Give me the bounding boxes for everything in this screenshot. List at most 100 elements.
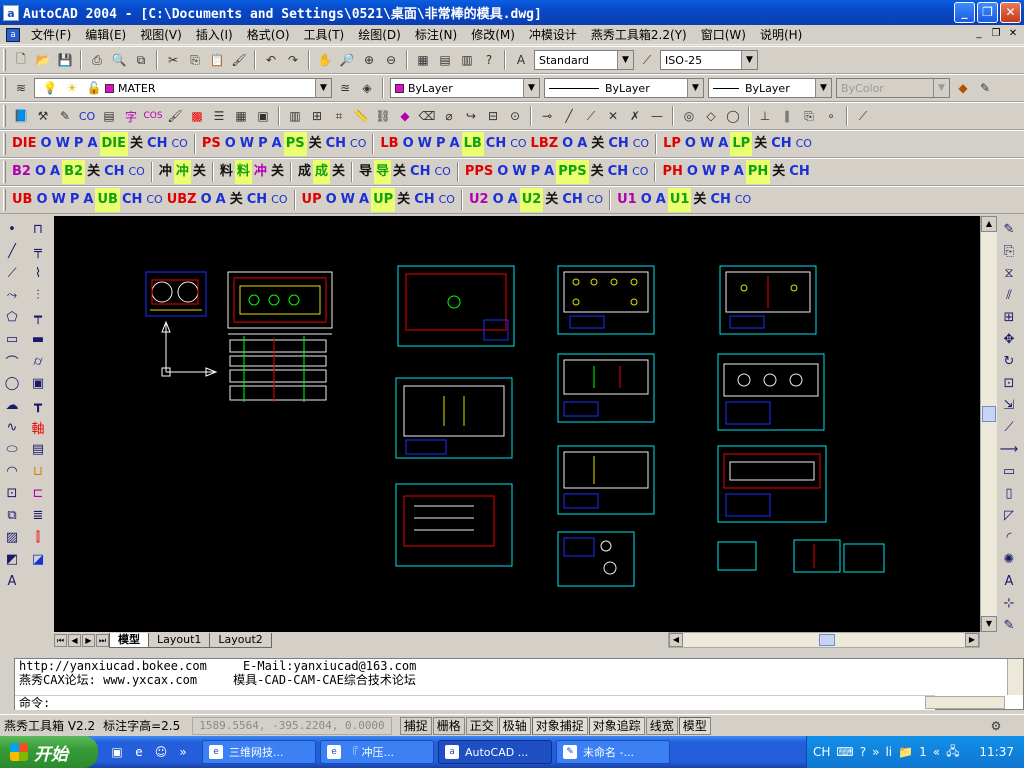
command-hscrollbar[interactable]	[925, 696, 1005, 709]
custom-tool-button[interactable]: 成	[312, 160, 330, 184]
custom-tool-button[interactable]: 关	[589, 160, 606, 184]
menu-dimension[interactable]: 标注(N)	[408, 25, 464, 45]
horizontal-scroll-thumb[interactable]	[819, 634, 835, 646]
snap-perpendicular-icon[interactable]: ⊥	[755, 106, 775, 126]
custom-tool-button[interactable]: CH	[324, 132, 348, 156]
chevron-down-icon[interactable]: ▼	[815, 79, 831, 97]
custom-tool-button[interactable]: 冲	[252, 160, 269, 184]
command-window[interactable]: http://yanxiucad.bokee.com E-Mail:yanxiu…	[14, 658, 1024, 710]
spline-icon[interactable]: ∿	[1, 416, 23, 438]
dimension-icon[interactable]: ⊹	[998, 592, 1020, 614]
custom-tool-button[interactable]: A	[575, 132, 589, 156]
toggle-snap[interactable]: 捕捉	[399, 716, 432, 735]
custom-tool-button[interactable]: P	[718, 160, 732, 184]
custom-tool-button[interactable]: 成	[296, 160, 313, 184]
punch-icon[interactable]: ⊓	[27, 218, 49, 240]
tab-layout2[interactable]: Layout2	[209, 632, 272, 648]
menu-die-design[interactable]: 冲模设计	[522, 25, 584, 45]
custom-tool-button[interactable]: UB	[95, 188, 120, 212]
first-tab-icon[interactable]: ⏮	[54, 633, 67, 647]
custom-tool-button[interactable]: CH	[102, 160, 126, 184]
custom-tool-button[interactable]: UP	[300, 188, 324, 212]
insert-block-icon[interactable]: ⊡	[1, 482, 23, 504]
custom-tool-button[interactable]: PPS	[556, 160, 589, 184]
prev-tab-icon[interactable]: ◀	[68, 633, 81, 647]
zoom-realtime-icon[interactable]: 🔎	[337, 50, 357, 70]
copy-icon[interactable]: ⎘	[185, 50, 205, 70]
ie-icon[interactable]: e	[130, 743, 148, 761]
design-center-icon[interactable]: ▤	[435, 50, 455, 70]
copy-object-icon[interactable]: ⎘	[998, 240, 1020, 262]
custom-tool-button[interactable]: 关	[128, 132, 145, 156]
doc-close-button[interactable]: ✕	[1006, 27, 1020, 41]
bracket-icon[interactable]: ⊏	[27, 482, 49, 504]
custom-tool-button[interactable]: 关	[752, 132, 769, 156]
arrow-plate-icon[interactable]: ◪	[27, 548, 49, 570]
folder-label[interactable]: 1	[919, 745, 927, 759]
doc-restore-button[interactable]: ❐	[989, 27, 1003, 41]
color-select[interactable]: ByLayer ▼	[390, 78, 540, 98]
part-icon[interactable]: ▣	[27, 372, 49, 394]
custom-tool-button[interactable]: CO	[269, 188, 289, 212]
scroll-right-arrow-icon[interactable]: ▶	[965, 633, 979, 647]
toggle-ortho[interactable]: 正交	[465, 716, 498, 735]
erase-icon[interactable]: ✎	[998, 218, 1020, 240]
book-icon[interactable]: 📘	[11, 106, 31, 126]
start-button[interactable]: 开始	[0, 736, 98, 768]
custom-tool-button[interactable]: CO	[169, 132, 189, 156]
cn-text-icon[interactable]: 字	[121, 106, 141, 126]
print-icon[interactable]: ⎙	[87, 50, 107, 70]
make-block-icon[interactable]: ⧉	[1, 504, 23, 526]
menu-tools[interactable]: 工具(T)	[297, 25, 352, 45]
scroll-up-arrow-icon[interactable]: ▲	[981, 216, 997, 232]
layer-previous-icon[interactable]: ◈	[357, 78, 377, 98]
custom-tool-button[interactable]: PS	[200, 132, 223, 156]
menu-edit[interactable]: 编辑(E)	[78, 25, 133, 45]
restore-button[interactable]: ❐	[977, 2, 998, 23]
custom-tool-button[interactable]: P	[434, 132, 448, 156]
chevron-down-icon[interactable]: ▼	[617, 51, 633, 69]
chain-icon[interactable]: ⛓	[373, 106, 393, 126]
chevron-down-icon[interactable]: ▼	[687, 79, 703, 97]
custom-tool-button[interactable]: CO	[585, 188, 605, 212]
custom-tool-button[interactable]: 导	[357, 160, 374, 184]
paste-icon[interactable]: 📋	[207, 50, 227, 70]
custom-tool-button[interactable]: CO	[437, 188, 457, 212]
custom-tool-button[interactable]: CH	[606, 160, 630, 184]
snap-apparent-icon[interactable]: ✗	[625, 106, 645, 126]
grid-icon[interactable]: ▦	[231, 106, 251, 126]
axis-icon[interactable]: 軸	[27, 416, 49, 438]
match-properties-icon[interactable]: 🖌	[229, 50, 249, 70]
extend-icon[interactable]: ⟶	[998, 438, 1020, 460]
toggle-lineweight[interactable]: 线宽	[645, 716, 678, 735]
tray-expand-icon[interactable]: «	[933, 745, 940, 759]
custom-tool-button[interactable]: U2	[467, 188, 491, 212]
snap-node-icon[interactable]: ∘	[821, 106, 841, 126]
list-icon[interactable]: ☰	[209, 106, 229, 126]
custom-tool-button[interactable]: O	[491, 188, 506, 212]
mirror-icon[interactable]: ⧖	[998, 262, 1020, 284]
save-icon[interactable]: 💾	[55, 50, 75, 70]
custom-tool-button[interactable]: CH	[408, 160, 432, 184]
custom-tool-button[interactable]: LB	[461, 132, 484, 156]
arc-icon[interactable]: ⌒	[1, 350, 23, 372]
vertical-scroll-thumb[interactable]	[982, 406, 996, 422]
custom-tool-button[interactable]: CH	[708, 188, 732, 212]
dim-style-select[interactable]: ISO-25 ▼	[660, 50, 758, 70]
tab-model[interactable]: 模型	[109, 632, 149, 648]
snap-extension-icon[interactable]: —	[647, 106, 667, 126]
custom-tool-button[interactable]: A	[448, 132, 462, 156]
custom-tool-button[interactable]: W	[238, 132, 256, 156]
dim-style-icon[interactable]: ⟋	[637, 50, 657, 70]
custom-tool-button[interactable]: 关	[589, 132, 606, 156]
undo-icon[interactable]: ↶	[261, 50, 281, 70]
snap-endpoint-icon[interactable]: ╱	[559, 106, 579, 126]
autocad-icon[interactable]: a	[3, 4, 19, 21]
custom-tool-button[interactable]: 关	[85, 160, 102, 184]
offset-icon[interactable]: ⫽	[998, 284, 1020, 306]
custom-tool-button[interactable]: 关	[770, 160, 787, 184]
custom-tool-button[interactable]: O	[39, 132, 54, 156]
fillet-icon[interactable]: ◜	[998, 526, 1020, 548]
custom-tool-button[interactable]: CH	[120, 188, 144, 212]
custom-tool-button[interactable]: PPS	[463, 160, 495, 184]
